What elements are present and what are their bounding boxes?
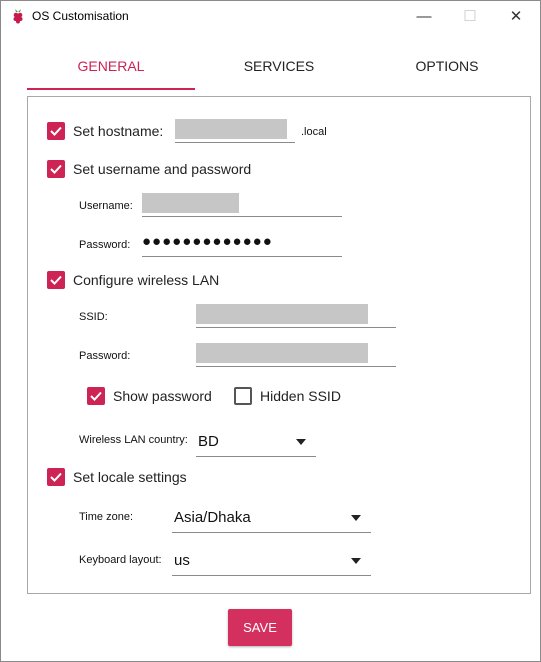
checkmark-icon bbox=[90, 391, 102, 401]
dropdown-arrow-icon bbox=[351, 558, 361, 564]
tab-general[interactable]: GENERAL bbox=[27, 42, 195, 90]
tab-services[interactable]: SERVICES bbox=[195, 42, 363, 90]
wlan-password-label: Password: bbox=[79, 350, 131, 362]
tab-options[interactable]: OPTIONS bbox=[363, 42, 531, 90]
dropdown-arrow-icon bbox=[296, 439, 306, 445]
active-tab-indicator bbox=[27, 88, 195, 90]
checkmark-icon bbox=[50, 164, 62, 174]
checkmark-icon bbox=[50, 126, 62, 136]
maximize-button[interactable]: ☐ bbox=[447, 1, 493, 32]
ssid-input[interactable] bbox=[196, 304, 396, 328]
user-label: Set username and password bbox=[73, 161, 252, 177]
wlan-country-select[interactable]: BD bbox=[196, 427, 316, 457]
hidden-ssid-checkbox[interactable] bbox=[234, 387, 252, 405]
checkmark-icon bbox=[50, 472, 62, 482]
save-button[interactable]: SAVE bbox=[228, 609, 292, 646]
general-panel: Set hostname: .local Set username and pa… bbox=[27, 96, 531, 594]
wlan-country-label: Wireless LAN country: bbox=[79, 434, 188, 446]
tab-bar: GENERAL SERVICES OPTIONS bbox=[27, 42, 531, 90]
redacted-value bbox=[175, 119, 287, 139]
hostname-suffix: .local bbox=[301, 126, 327, 138]
password-dots: ●●●●●●●●●●●●● bbox=[142, 233, 273, 250]
close-button[interactable]: ✕ bbox=[493, 1, 539, 32]
wlan-password-input[interactable] bbox=[196, 343, 396, 367]
hostname-checkbox[interactable] bbox=[47, 122, 65, 140]
username-label: Username: bbox=[79, 200, 133, 212]
timezone-value: Asia/Dhaka bbox=[174, 509, 251, 526]
user-checkbox[interactable] bbox=[47, 160, 65, 178]
show-password-label: Show password bbox=[113, 388, 212, 404]
show-password-checkbox[interactable] bbox=[87, 387, 105, 405]
password-input[interactable]: ●●●●●●●●●●●●● bbox=[142, 233, 342, 257]
redacted-value bbox=[196, 343, 368, 363]
dropdown-arrow-icon bbox=[351, 515, 361, 521]
username-input[interactable] bbox=[142, 193, 342, 217]
wlan-label: Configure wireless LAN bbox=[73, 272, 220, 288]
minimize-button[interactable]: — bbox=[401, 1, 447, 32]
redacted-value bbox=[196, 304, 368, 324]
hidden-ssid-label: Hidden SSID bbox=[260, 388, 341, 404]
keyboard-value: us bbox=[174, 552, 190, 569]
keyboard-select[interactable]: us bbox=[172, 546, 371, 576]
timezone-select[interactable]: Asia/Dhaka bbox=[172, 503, 371, 533]
wlan-country-value: BD bbox=[198, 433, 219, 450]
locale-checkbox[interactable] bbox=[47, 468, 65, 486]
title-bar: OS Customisation — ☐ ✕ bbox=[1, 1, 540, 32]
keyboard-label: Keyboard layout: bbox=[79, 554, 162, 566]
raspberry-icon bbox=[13, 9, 23, 24]
window-title: OS Customisation bbox=[32, 9, 129, 23]
timezone-label: Time zone: bbox=[79, 511, 134, 523]
wlan-checkbox[interactable] bbox=[47, 271, 65, 289]
hostname-label: Set hostname: bbox=[73, 123, 164, 139]
hostname-input[interactable] bbox=[175, 119, 295, 143]
locale-label: Set locale settings bbox=[73, 469, 187, 485]
ssid-label: SSID: bbox=[79, 311, 108, 323]
os-customisation-window: OS Customisation — ☐ ✕ GENERAL SERVICES … bbox=[0, 0, 541, 662]
checkmark-icon bbox=[50, 275, 62, 285]
password-label: Password: bbox=[79, 239, 131, 251]
redacted-value bbox=[142, 193, 239, 213]
